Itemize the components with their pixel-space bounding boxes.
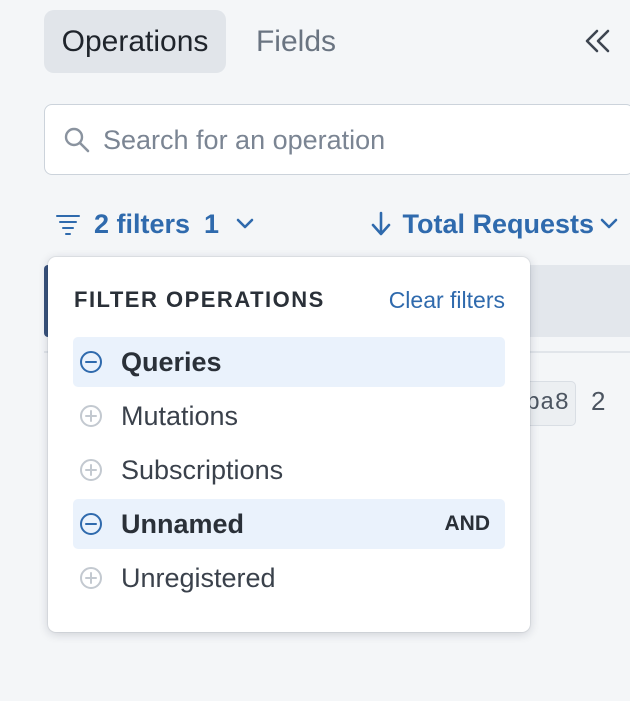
- filter-option-label: Mutations: [121, 400, 239, 431]
- filter-option-queries[interactable]: Queries: [73, 337, 505, 387]
- filter-option-subscriptions[interactable]: Subscriptions: [73, 445, 505, 495]
- minus-circle-icon: [80, 513, 102, 535]
- dropdown-title: FILTER OPERATIONS: [74, 287, 325, 312]
- filter-lines-icon: [56, 215, 80, 235]
- filters-button[interactable]: 2 filters 1: [56, 204, 255, 244]
- tab-operations[interactable]: Operations: [44, 10, 226, 73]
- chevron-down-icon: [236, 218, 254, 229]
- filter-option-mutations[interactable]: Mutations: [73, 391, 505, 441]
- filters-count: 1: [204, 208, 220, 239]
- chevron-down-icon: [600, 218, 618, 229]
- filter-option-label: Unnamed: [121, 508, 245, 539]
- operation-request-count: 2: [591, 386, 606, 416]
- and-operator-badge[interactable]: AND: [445, 512, 491, 536]
- plus-circle-icon: [80, 567, 102, 589]
- clear-filters-button[interactable]: Clear filters: [389, 287, 505, 314]
- tab-operations-label: Operations: [61, 24, 209, 58]
- collapse-panel-button[interactable]: [580, 25, 616, 57]
- filters-label: 2 filters: [94, 208, 191, 239]
- filter-operations-dropdown: FILTER OPERATIONS Clear filters Queries …: [48, 257, 530, 632]
- minus-circle-icon: [80, 351, 102, 373]
- filter-option-label: Queries: [121, 346, 222, 377]
- filter-option-unnamed[interactable]: Unnamed AND: [73, 499, 505, 549]
- double-chevron-left-icon: [585, 29, 610, 53]
- plus-circle-icon: [80, 405, 102, 427]
- search-box: [44, 104, 630, 175]
- search-icon: [64, 127, 90, 153]
- operation-hash-text: ba8: [525, 390, 569, 417]
- tab-fields-label: Fields: [255, 24, 337, 58]
- operations-panel: Operations Fields 2 filters 1: [0, 0, 630, 701]
- arrow-down-icon: [372, 211, 391, 236]
- plus-circle-icon: [80, 459, 102, 481]
- search-input[interactable]: [103, 115, 603, 165]
- sort-label: Total Requests: [402, 208, 594, 239]
- filter-option-label: Unregistered: [121, 562, 276, 593]
- filter-option-label: Subscriptions: [121, 454, 284, 485]
- filter-option-unregistered[interactable]: Unregistered: [73, 553, 505, 603]
- sort-button[interactable]: Total Requests: [370, 204, 618, 244]
- tab-fields[interactable]: Fields: [236, 10, 356, 73]
